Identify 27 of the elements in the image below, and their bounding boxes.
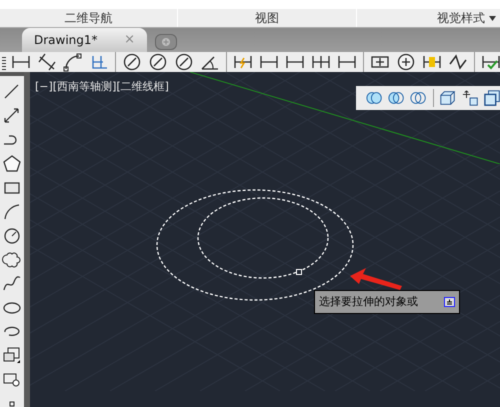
prompt-text: 选择要拉伸的对象或 xyxy=(319,294,418,310)
file-tab[interactable]: Drawing1* × xyxy=(22,28,147,52)
subtract-icon[interactable] xyxy=(388,91,404,105)
revision-cloud-icon[interactable] xyxy=(2,250,22,270)
plus-icon xyxy=(162,38,170,46)
arc-length-icon[interactable] xyxy=(63,52,83,72)
ribbon-panel-title[interactable]: 视觉样式 xyxy=(357,9,500,27)
grip-square[interactable] xyxy=(296,269,302,275)
extrude-face-icon[interactable] xyxy=(439,89,456,107)
polygon-icon[interactable] xyxy=(2,154,22,174)
viewport-label[interactable]: [−][西南等轴测][二维线框] xyxy=(35,79,169,96)
options-button-icon[interactable] xyxy=(444,297,455,307)
drawing-canvas[interactable]: [−][西南等轴测][二维线框] 选择要拉伸的对象或 xyxy=(30,72,500,407)
ribbon-panel-title[interactable]: 二维导航 xyxy=(0,9,177,27)
dropdown-arrow-icon[interactable] xyxy=(489,16,496,20)
ribbon-panel-title[interactable]: 视图 xyxy=(178,9,356,27)
arc-icon[interactable] xyxy=(2,202,22,222)
jog-line-icon[interactable] xyxy=(448,52,468,72)
pointer-arrow xyxy=(350,268,402,292)
circle-icon[interactable] xyxy=(2,226,22,246)
center-mark-icon[interactable] xyxy=(396,52,416,72)
intersect-icon[interactable] xyxy=(410,91,427,105)
aligned-dimension-icon[interactable] xyxy=(37,52,57,72)
move-icon[interactable] xyxy=(462,89,478,107)
union-icon[interactable] xyxy=(366,91,382,105)
insert-block-icon[interactable] xyxy=(2,346,22,366)
dashed-ellipse[interactable] xyxy=(196,196,330,280)
